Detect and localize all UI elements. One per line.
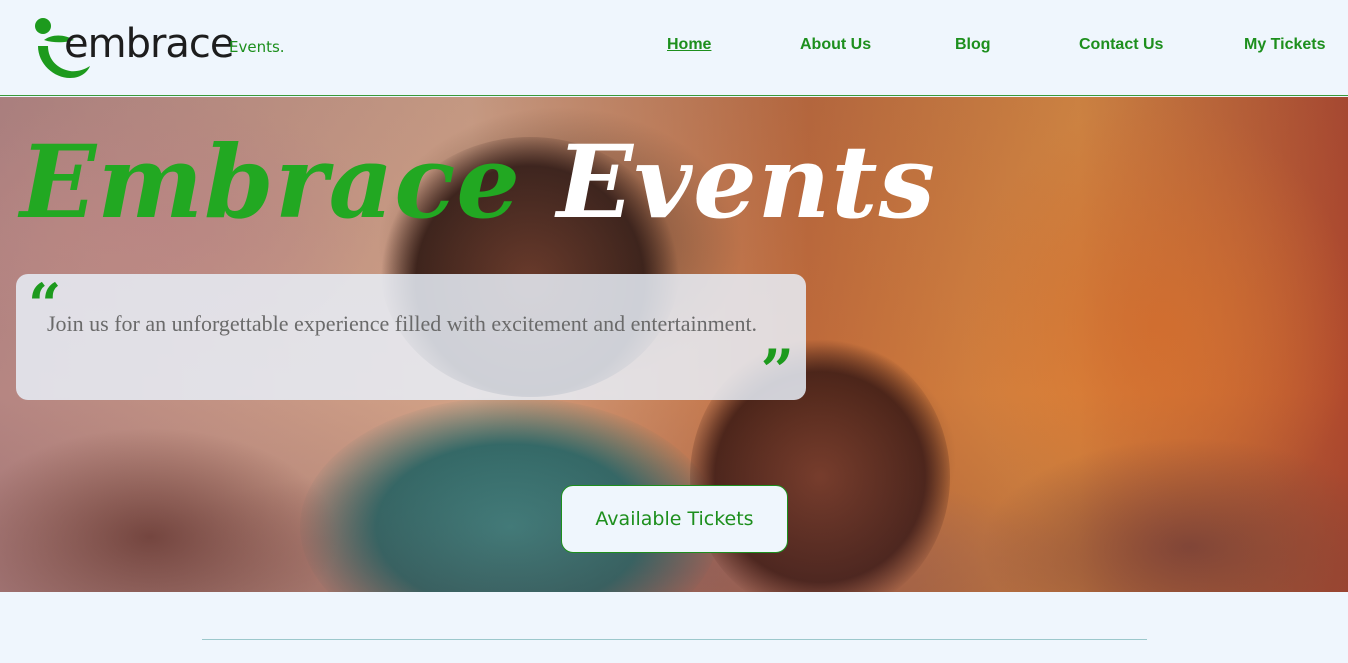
hero-title-events: Events xyxy=(556,123,936,241)
nav-home[interactable]: Home xyxy=(667,36,711,54)
available-tickets-button[interactable]: Available Tickets xyxy=(561,485,788,553)
site-header: embrace Events. Home About Us Blog Conta… xyxy=(0,0,1348,96)
nav-about-us[interactable]: About Us xyxy=(800,36,871,54)
hero-title: Embrace Events xyxy=(20,127,936,237)
hero-quote-text: Join us for an unforgettable experience … xyxy=(47,311,758,336)
section-divider xyxy=(202,639,1147,640)
main-nav: Home About Us Blog Contact Us My Tickets xyxy=(0,36,1348,62)
nav-contact-us[interactable]: Contact Us xyxy=(1079,36,1163,54)
close-quote-icon: ” xyxy=(760,337,794,405)
nav-blog[interactable]: Blog xyxy=(955,36,991,54)
hero-banner: Embrace Events “ Join us for an unforget… xyxy=(0,97,1348,592)
nav-my-tickets[interactable]: My Tickets xyxy=(1244,36,1326,54)
hero-quote-box: “ Join us for an unforgettable experienc… xyxy=(16,274,806,400)
hero-title-embrace: Embrace xyxy=(20,123,521,241)
